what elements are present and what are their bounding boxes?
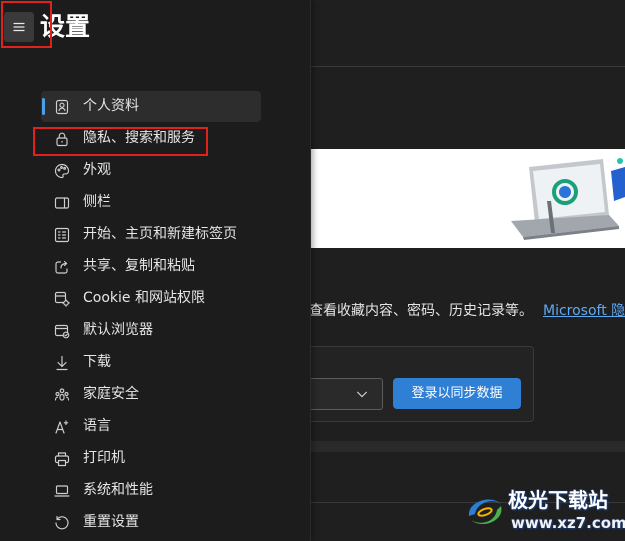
sidebar-item-label: 侧栏	[83, 194, 111, 210]
sidebar-icon	[54, 196, 70, 209]
sign-in-sync-button[interactable]: 登录以同步数据	[393, 378, 521, 409]
family-icon	[54, 387, 70, 401]
sidebar-item-label: 家庭安全	[83, 386, 139, 402]
sidebar-item-label: 隐私、搜索和服务	[83, 130, 195, 146]
sidebar-item-reset[interactable]: 重置设置	[41, 507, 261, 538]
sidebar-item-privacy[interactable]: 隐私、搜索和服务	[41, 123, 261, 154]
sync-banner-image	[311, 149, 625, 248]
sidebar-item-label: 外观	[83, 162, 111, 178]
sidebar-item-label: Cookie 和网站权限	[83, 290, 205, 306]
page-title: 设置	[40, 12, 91, 41]
sidebar-item-sidebar[interactable]: 侧栏	[41, 187, 261, 218]
sidebar-item-system[interactable]: 系统和性能	[41, 475, 261, 506]
sidebar-item-label: 重置设置	[83, 514, 139, 530]
sidebar-item-label: 个人资料	[83, 98, 139, 114]
printer-icon	[54, 451, 70, 466]
laptop-icon	[54, 484, 70, 497]
watermark-site-name: 极光下载站	[508, 488, 608, 512]
sidebar-item-profile[interactable]: 个人资料	[41, 91, 261, 122]
sidebar-item-label: 下载	[83, 354, 111, 370]
lock-icon	[56, 132, 68, 146]
menu-button[interactable]	[4, 12, 34, 42]
sidebar-item-share[interactable]: 共享、复制和粘贴	[41, 251, 261, 282]
watermark-url: www.xz7.com	[511, 514, 625, 532]
privacy-link[interactable]: Microsoft 隐	[543, 302, 625, 320]
sidebar-item-languages[interactable]: 语言	[41, 411, 261, 442]
default-browser-icon	[54, 324, 70, 338]
language-icon	[55, 419, 69, 434]
sidebar-item-printers[interactable]: 打印机	[41, 443, 261, 474]
sync-description: 查看收藏内容、密码、历史记录等。	[309, 303, 533, 319]
sidebar-item-cookies[interactable]: Cookie 和网站权限	[41, 283, 261, 314]
sidebar-item-family[interactable]: 家庭安全	[41, 379, 261, 410]
download-icon	[56, 355, 68, 370]
selected-indicator	[42, 98, 45, 115]
sidebar-item-start-page[interactable]: 开始、主页和新建标签页	[41, 219, 261, 250]
palette-icon	[54, 163, 70, 178]
sidebar-item-label: 默认浏览器	[83, 322, 153, 338]
settings-sidebar: 设置 个人资料 隐私、搜索和服务 外观 侧栏 开始、主页和新建标签页 共享、复制…	[0, 0, 311, 541]
hamburger-icon	[13, 22, 25, 32]
settings-window: 查看收藏内容、密码、历史记录等。 Microsoft 隐 登录以同步数据 设置 …	[0, 0, 625, 541]
sidebar-item-default-browser[interactable]: 默认浏览器	[41, 315, 261, 346]
site-permissions-icon	[54, 291, 70, 307]
sidebar-item-appearance[interactable]: 外观	[41, 155, 261, 186]
section-separator	[311, 441, 625, 452]
watermark-logo	[468, 499, 502, 525]
profile-icon	[55, 99, 69, 114]
sidebar-item-downloads[interactable]: 下载	[41, 347, 261, 378]
reset-icon	[55, 515, 69, 529]
sidebar-item-label: 共享、复制和粘贴	[83, 258, 195, 274]
sidebar-item-label: 打印机	[83, 450, 125, 466]
sidebar-item-label: 开始、主页和新建标签页	[83, 226, 237, 242]
laptop-illustration	[511, 158, 625, 240]
share-icon	[55, 260, 68, 274]
header-divider	[311, 66, 625, 67]
sidebar-item-label: 语言	[83, 418, 111, 434]
sidebar-item-label: 系统和性能	[83, 482, 153, 498]
start-page-icon	[54, 227, 70, 242]
chevron-down-icon	[357, 391, 367, 398]
